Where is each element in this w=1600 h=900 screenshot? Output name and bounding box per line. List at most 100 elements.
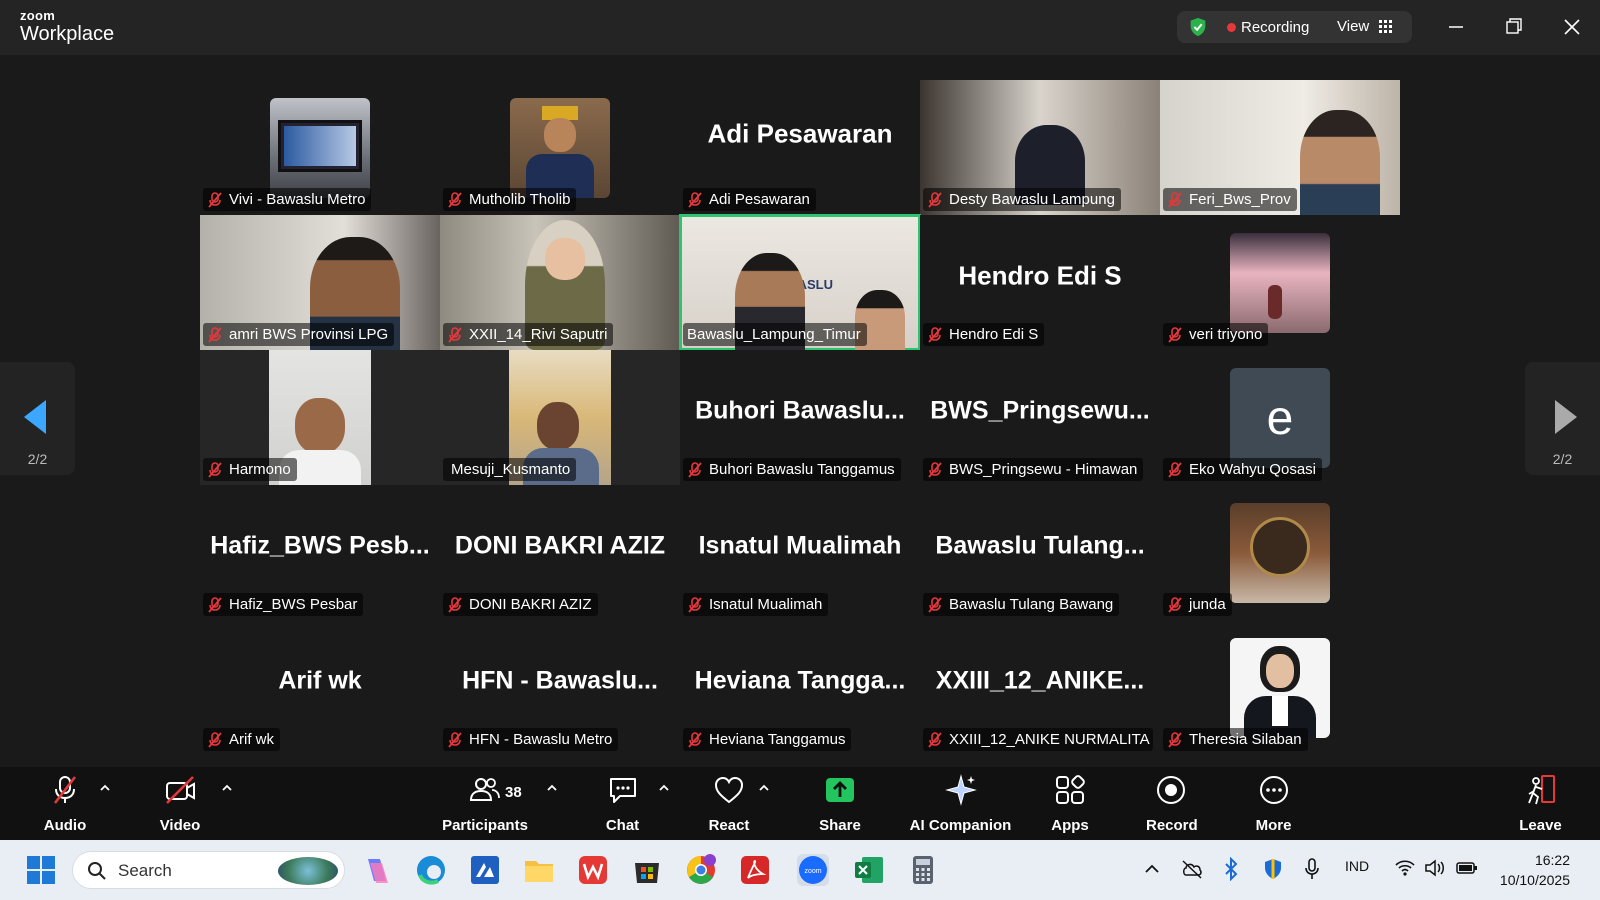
chevron-up-icon[interactable] [758,783,770,793]
participant-tile[interactable]: BWS_Pringsewu... BWS_Pringsewu - Himawan [920,350,1160,485]
grid-view-icon[interactable] [1379,20,1392,33]
participant-tile[interactable]: Feri_Bws_Prov [1160,80,1400,215]
wps-office-icon[interactable] [576,853,610,887]
participant-name: Mesuji_Kusmanto [451,461,571,478]
next-page-button[interactable]: 2/2 [1525,362,1600,475]
cloud-sync-icon[interactable] [1180,858,1204,880]
chrome-icon[interactable] [684,853,718,887]
chevron-up-icon[interactable] [1143,860,1161,878]
video-button[interactable]: Video [155,773,205,834]
chevron-up-icon[interactable] [658,783,670,793]
chat-label: Chat [605,817,640,834]
microsoft-store-icon[interactable] [630,853,664,887]
participant-tile[interactable]: veri triyono [1160,215,1400,350]
participants-button[interactable]: Participants [440,773,530,834]
participant-tile[interactable]: Hendro Edi S Hendro Edi S [920,215,1160,350]
participant-name-tag: junda [1163,593,1232,616]
chat-icon [609,778,636,803]
wifi-icon[interactable] [1394,858,1416,878]
chevron-up-icon[interactable] [221,783,233,793]
participant-name-tag: Bawaslu Tulang Bawang [923,593,1120,616]
mic-muted-icon [448,596,462,613]
chat-button[interactable]: Chat [600,773,645,834]
participant-tile[interactable]: e Eko Wahyu Qosasi [1160,350,1400,485]
participant-name-tag: veri triyono [1163,323,1269,346]
record-button[interactable]: Record [1146,773,1198,834]
chevron-up-icon[interactable] [546,783,558,793]
close-icon[interactable] [1559,14,1585,40]
react-button[interactable]: React [705,773,753,834]
participant-name: veri triyono [1189,326,1263,343]
leave-button[interactable]: Leave [1518,773,1563,834]
excel-icon[interactable] [852,853,886,887]
participant-tile-active-speaker[interactable]: BAWASLU Bawaslu_Lampung_Timur [679,214,921,351]
participant-name: junda [1189,596,1226,613]
battery-icon[interactable] [1455,858,1479,878]
search-placeholder: Search [118,861,172,880]
more-button[interactable]: More [1251,773,1296,834]
copilot-icon[interactable] [360,853,394,887]
minimize-icon[interactable] [1443,14,1469,40]
apps-button[interactable]: Apps [1050,773,1090,834]
ai-companion-button[interactable]: AI Companion [908,773,1013,834]
audio-label: Audio [43,817,87,834]
participant-name-tag: XXII_14_Rivi Saputri [443,323,614,346]
participant-tile[interactable]: Arif wk Arif wk [200,620,440,755]
page-indicator-left: 2/2 [27,451,48,467]
participant-tile[interactable]: Mesuji_Kusmanto [440,350,680,485]
calculator-icon[interactable] [906,853,940,887]
participant-tile[interactable]: Buhori Bawaslu... Buhori Bawaslu Tanggam… [680,350,920,485]
language-indicator[interactable]: IND [1345,858,1369,874]
mic-muted-icon [1168,326,1182,343]
adobe-acrobat-icon[interactable] [738,853,772,887]
mic-muted-icon [688,461,702,478]
system-clock[interactable]: 16:22 10/10/2025 [1500,850,1570,890]
participant-tile[interactable]: Theresia Silaban [1160,620,1400,755]
restore-icon[interactable] [1501,14,1527,40]
zoom-app-icon[interactable]: zoom [796,853,830,887]
participant-tile[interactable]: Heviana Tangga... Heviana Tanggamus [680,620,920,755]
volume-icon[interactable] [1424,858,1446,878]
participant-name: DONI BAKRI AZIZ [469,596,592,613]
participant-tile[interactable]: Bawaslu Tulang... Bawaslu Tulang Bawang [920,485,1160,620]
participant-tile[interactable]: Isnatul Mualimah Isnatul Mualimah [680,485,920,620]
participant-tile[interactable]: HFN - Bawaslu... HFN - Bawaslu Metro [440,620,680,755]
taskbar-search-box[interactable]: Search [72,851,345,889]
participant-tile[interactable]: Adi Pesawaran Adi Pesawaran [680,80,920,215]
mic-muted-icon [1168,461,1182,478]
participant-initial-avatar: e [1230,368,1330,468]
participant-tile[interactable]: Harmono [200,350,440,485]
page-indicator-right: 2/2 [1552,451,1573,467]
mic-muted-icon [208,191,222,208]
participant-tile[interactable]: DONI BAKRI AZIZ DONI BAKRI AZIZ [440,485,680,620]
participant-tile[interactable]: XXII_14_Rivi Saputri [440,215,680,350]
share-button[interactable]: Share [815,773,865,834]
participant-tile[interactable]: amri BWS Provinsi LPG [200,215,440,350]
participant-tile[interactable]: junda [1160,485,1400,620]
shield-icon[interactable] [1187,16,1209,38]
participant-tile[interactable]: Mutholib Tholib [440,80,680,215]
recording-label[interactable]: Recording [1241,19,1309,36]
audio-button[interactable]: Audio [40,773,90,834]
file-explorer-icon[interactable] [522,853,556,887]
edge-browser-icon[interactable] [414,853,448,887]
security-shield-icon[interactable] [1262,857,1284,881]
participant-tile[interactable]: Hafiz_BWS Pesb... Hafiz_BWS Pesbar [200,485,440,620]
participant-name-tag: Hafiz_BWS Pesbar [203,593,364,616]
participant-name: XXIII_12_ANIKE NURMALITA ... [949,731,1153,748]
mic-muted-icon [688,731,702,748]
participant-tile[interactable]: Desty Bawaslu Lampung [920,80,1160,215]
microphone-icon[interactable] [1304,857,1320,881]
mic-muted-icon [448,731,462,748]
participant-name-tag: Mesuji_Kusmanto [443,458,577,481]
windows-start-icon[interactable] [24,853,58,887]
bluetooth-icon[interactable] [1222,857,1240,881]
chevron-up-icon[interactable] [99,783,111,793]
previous-page-button[interactable]: 2/2 [0,362,75,475]
participant-tile[interactable]: XXIII_12_ANIKE... XXIII_12_ANIKE NURMALI… [920,620,1160,755]
ms-store-app-icon[interactable] [468,853,502,887]
search-highlight-image [278,857,338,885]
participant-name: Bawaslu Tulang Bawang [949,596,1114,613]
view-button[interactable]: View [1337,18,1369,35]
participant-tile[interactable]: Vivi - Bawaslu Metro [200,80,440,215]
